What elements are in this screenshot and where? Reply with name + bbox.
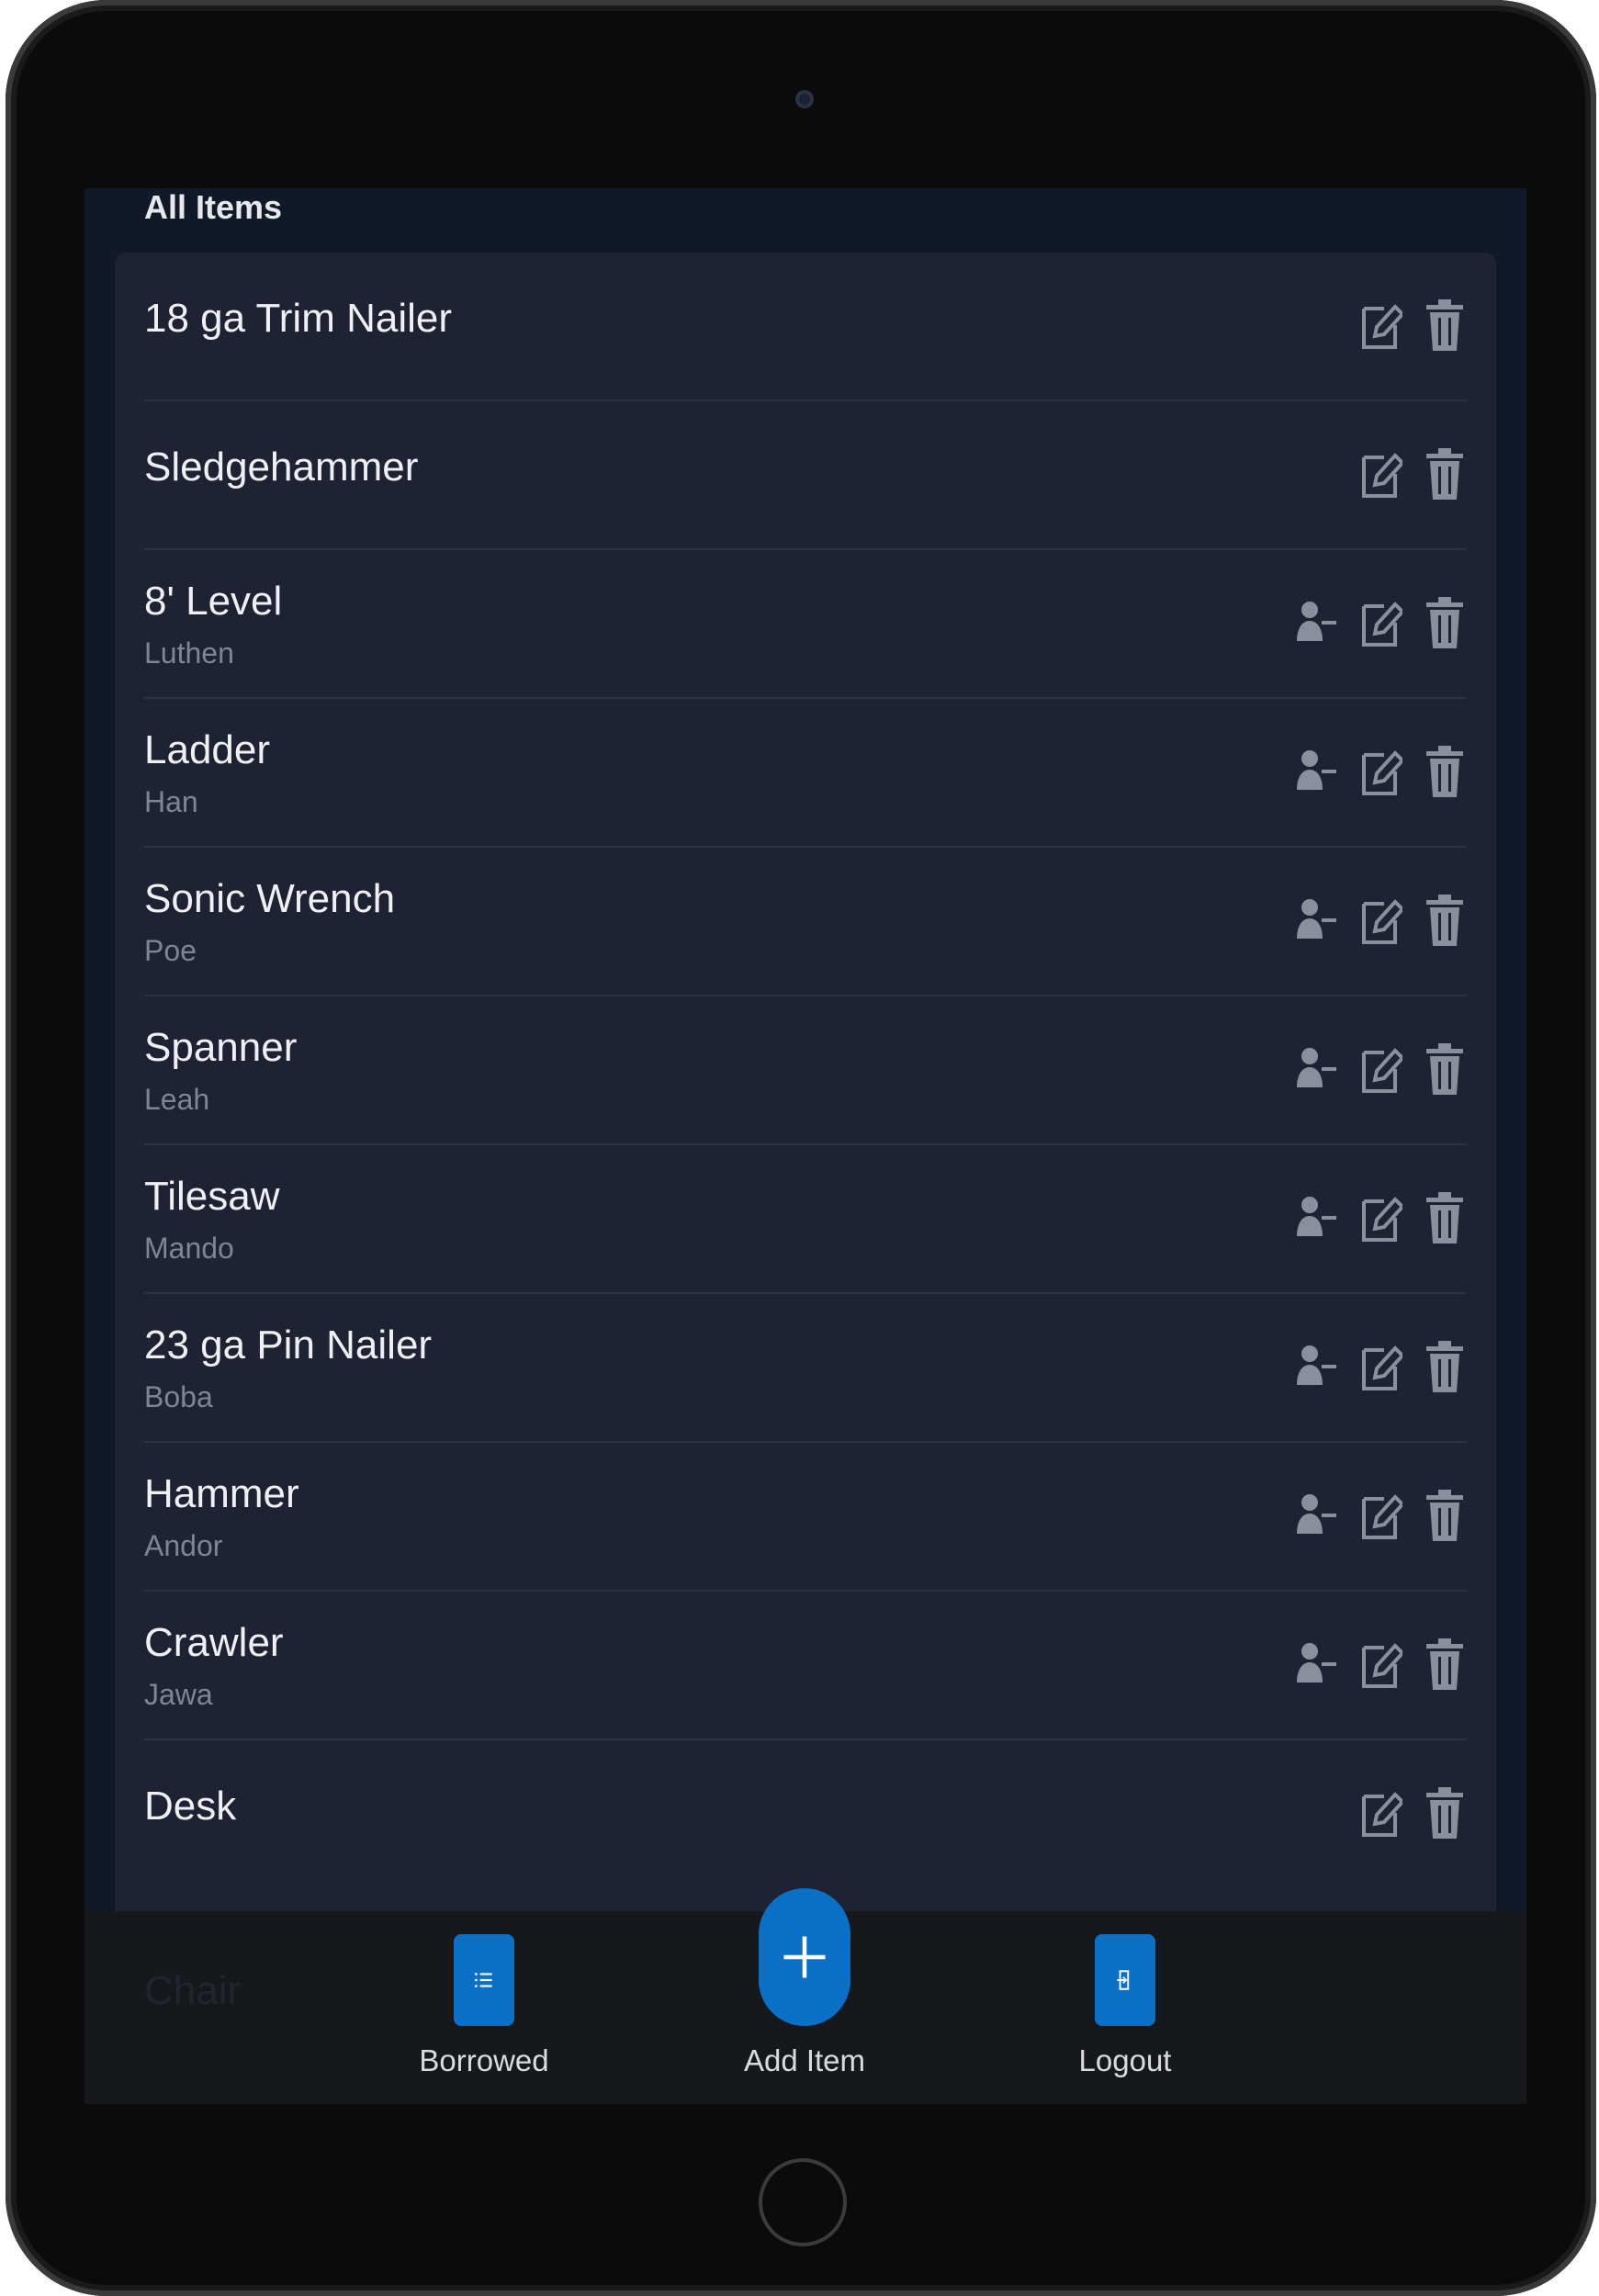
- item-name: Ladder: [144, 727, 271, 772]
- edit-icon[interactable]: [1358, 593, 1402, 652]
- item-borrower: Luthen: [144, 636, 234, 670]
- list-item[interactable]: 23 ga Pin Nailer Boba: [144, 1294, 1467, 1443]
- return-person-icon[interactable]: [1294, 1486, 1338, 1545]
- trash-icon[interactable]: [1423, 742, 1467, 801]
- list-icon: [474, 1973, 492, 1987]
- return-person-icon[interactable]: [1294, 1188, 1338, 1247]
- items-list: 18 ga Trim Nailer Sledgehammer 8' Level Lut…: [115, 253, 1496, 2104]
- item-name: Sledgehammer: [144, 445, 419, 490]
- item-name: Tilesaw: [144, 1174, 280, 1219]
- item-name: 8' Level: [144, 579, 283, 624]
- logout-button[interactable]: [1095, 1934, 1155, 2026]
- item-borrower: Jawa: [144, 1678, 213, 1711]
- add-item-label: Add Item: [743, 2043, 866, 2077]
- return-person-icon[interactable]: [1294, 742, 1338, 801]
- bottom-tab-bar: Chair Borrowed Add Item Logout: [84, 1888, 1526, 2104]
- item-borrower: Boba: [144, 1380, 213, 1413]
- edit-icon[interactable]: [1358, 1635, 1402, 1694]
- edit-icon[interactable]: [1358, 891, 1402, 950]
- list-item[interactable]: Sonic Wrench Poe: [144, 848, 1467, 996]
- list-item[interactable]: Hammer Andor: [144, 1443, 1467, 1592]
- return-person-icon[interactable]: [1294, 1635, 1338, 1694]
- add-item-button[interactable]: [759, 1888, 850, 2026]
- trash-icon[interactable]: [1423, 891, 1467, 950]
- edit-icon[interactable]: [1358, 1486, 1402, 1545]
- list-item[interactable]: Desk: [144, 1740, 1467, 1889]
- logout-label: Logout: [1078, 2043, 1172, 2077]
- app-screen: All Items 18 ga Trim Nailer Sledgehammer 8…: [84, 188, 1526, 2104]
- edit-icon[interactable]: [1358, 1337, 1402, 1396]
- row-actions: [1283, 848, 1467, 996]
- return-person-icon[interactable]: [1294, 593, 1338, 652]
- row-actions: [1283, 699, 1467, 848]
- trash-icon[interactable]: [1423, 1486, 1467, 1545]
- item-borrower: Han: [144, 785, 198, 818]
- row-actions: [1283, 1740, 1467, 1889]
- trash-icon[interactable]: [1423, 1040, 1467, 1098]
- edit-icon[interactable]: [1358, 742, 1402, 801]
- edit-icon[interactable]: [1358, 1188, 1402, 1247]
- logout-icon: [1117, 1970, 1130, 1990]
- item-name: Sonic Wrench: [144, 876, 396, 921]
- row-actions: [1283, 253, 1467, 401]
- plus-icon: [783, 1936, 826, 1978]
- home-button[interactable]: [759, 2158, 847, 2246]
- edit-icon[interactable]: [1358, 445, 1402, 503]
- edit-icon[interactable]: [1358, 296, 1402, 355]
- list-item[interactable]: Ladder Han: [144, 699, 1467, 848]
- obscured-item-name: Chair: [144, 1968, 242, 2013]
- trash-icon[interactable]: [1423, 1337, 1467, 1396]
- item-name: 18 ga Trim Nailer: [144, 296, 453, 341]
- edit-icon[interactable]: [1358, 1040, 1402, 1098]
- list-item[interactable]: Tilesaw Mando: [144, 1145, 1467, 1294]
- row-actions: [1283, 1294, 1467, 1443]
- item-name: 23 ga Pin Nailer: [144, 1322, 433, 1367]
- tab-borrowed[interactable]: Borrowed: [392, 1911, 576, 2104]
- borrowed-button[interactable]: [454, 1934, 514, 2026]
- list-item[interactable]: Sledgehammer: [144, 401, 1467, 550]
- return-person-icon[interactable]: [1294, 1337, 1338, 1396]
- return-person-icon[interactable]: [1294, 1040, 1338, 1098]
- item-borrower: Andor: [144, 1529, 223, 1562]
- borrowed-label: Borrowed: [419, 2043, 549, 2077]
- list-item[interactable]: Crawler Jawa: [144, 1592, 1467, 1740]
- edit-icon[interactable]: [1358, 1784, 1402, 1842]
- item-borrower: Mando: [144, 1232, 234, 1265]
- list-item[interactable]: 8' Level Luthen: [144, 550, 1467, 699]
- item-borrower: Poe: [144, 934, 197, 967]
- list-item[interactable]: 18 ga Trim Nailer: [144, 253, 1467, 401]
- item-name: Spanner: [144, 1025, 298, 1070]
- trash-icon[interactable]: [1423, 1188, 1467, 1247]
- item-borrower: Leah: [144, 1083, 210, 1116]
- trash-icon[interactable]: [1423, 296, 1467, 355]
- row-actions: [1283, 1443, 1467, 1592]
- add-item-circle[interactable]: [759, 1888, 850, 2026]
- tab-logout[interactable]: Logout: [1033, 1911, 1217, 2104]
- camera-dot: [795, 90, 814, 108]
- item-name: Crawler: [144, 1620, 284, 1665]
- item-name: Hammer: [144, 1471, 299, 1516]
- row-actions: [1283, 1145, 1467, 1294]
- return-person-icon[interactable]: [1294, 891, 1338, 950]
- trash-icon[interactable]: [1423, 1784, 1467, 1842]
- item-name: Desk: [144, 1784, 237, 1829]
- row-actions: [1283, 1592, 1467, 1740]
- section-title: All Items: [144, 188, 283, 226]
- trash-icon[interactable]: [1423, 445, 1467, 503]
- tablet-device-frame: All Items 18 ga Trim Nailer Sledgehammer 8…: [6, 0, 1596, 2296]
- row-actions: [1283, 550, 1467, 699]
- trash-icon[interactable]: [1423, 1635, 1467, 1694]
- row-actions: [1283, 996, 1467, 1145]
- list-item[interactable]: Spanner Leah: [144, 996, 1467, 1145]
- trash-icon[interactable]: [1423, 593, 1467, 652]
- row-actions: [1283, 401, 1467, 550]
